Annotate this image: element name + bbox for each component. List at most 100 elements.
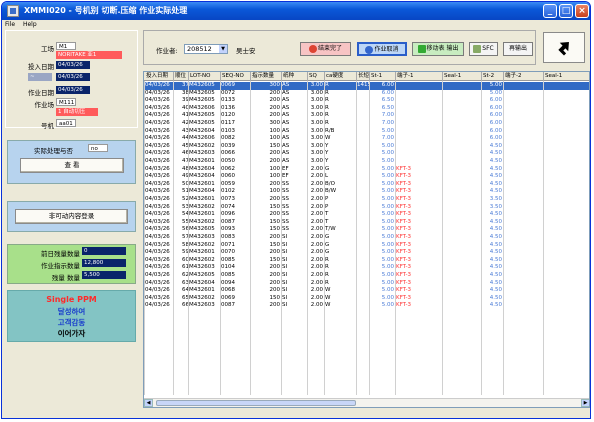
column-header[interactable]: Seal-1 xyxy=(544,72,589,81)
chevron-down-icon[interactable]: ▼ xyxy=(219,45,227,53)
scroll-right-icon[interactable]: ▶ xyxy=(581,399,589,407)
table-row[interactable]: 04/03/26 53 M432602 0074 150 SS 2.00 P 5.00 KFT-3… xyxy=(144,203,589,212)
table-cell xyxy=(504,257,544,265)
column-header[interactable]: 长短 xyxy=(357,72,370,81)
scroll-thumb[interactable] xyxy=(156,400,356,406)
table-row[interactable]: 04/03/26 45 M432602 0039 150 AS 3.00 Y 5.00 4.50 xyxy=(144,143,589,151)
table-cell: 4.50 xyxy=(489,218,502,225)
kouba-label: 工场 xyxy=(41,45,54,53)
finish-button[interactable]: 结束完了 xyxy=(300,42,351,56)
column-header[interactable]: 指示数量 xyxy=(251,72,282,81)
horizontal-scrollbar[interactable]: ◀ ▶ xyxy=(144,398,589,407)
column-header[interactable]: 顺位 xyxy=(174,72,189,81)
cancel-work-button[interactable]: 作业取消 xyxy=(357,42,407,56)
column-header[interactable]: Seal-1 xyxy=(443,72,482,81)
table-cell: 48 xyxy=(182,165,189,172)
scroll-left-icon[interactable]: ◀ xyxy=(144,399,153,407)
table-row[interactable]: 04/03/26 43 M432604 0103 100 AS 3.00 R/B 5.00 6.0… xyxy=(144,128,589,136)
table-row[interactable]: 04/03/26 44 M432606 0082 100 AS 3.00 W 7.00 6.00 xyxy=(144,135,589,143)
input-date2-field[interactable]: 04/03/26 xyxy=(56,73,90,81)
table-cell: 5.00 xyxy=(381,256,394,263)
work-date-field[interactable]: 04/03/26 xyxy=(56,86,90,94)
table-cell: 0120 xyxy=(221,112,235,119)
table-row[interactable]: 04/03/26 62 M432605 0085 200 SI 2.00 R 5.00 KFT-3… xyxy=(144,272,589,280)
column-header[interactable]: St-2 xyxy=(482,72,504,81)
promo-line1: Single PPM xyxy=(46,295,97,304)
table-row[interactable]: 04/03/26 51 M432604 0102 100 SS 2.00 B/W 5.00 KFT… xyxy=(144,188,589,196)
column-header[interactable]: SQ xyxy=(308,72,325,81)
table-row[interactable]: 04/03/26 39 M432605 0133 200 AS 3.00 R 6.50 6.00 xyxy=(144,97,589,105)
table-row[interactable]: 04/03/26 63 M432604 0094 200 SI 2.00 R 5.00 KFT-3… xyxy=(144,279,589,288)
table-row[interactable]: 04/03/26 64 M432601 0068 200 SI 2.00 W 5.00 KFT-3… xyxy=(144,287,589,295)
table-row[interactable]: 04/03/26 55 M432602 0087 150 SS 2.00 T 5.00 KFT-3… xyxy=(144,218,589,227)
actual-process-field[interactable]: no xyxy=(88,144,108,152)
table-cell: 61 xyxy=(182,264,189,271)
close-icon[interactable]: × xyxy=(575,4,589,18)
column-header[interactable]: ca硬度 xyxy=(325,72,357,81)
table-cell: 04/03/26 xyxy=(145,211,170,218)
minimize-icon[interactable]: _ xyxy=(543,4,557,18)
table-row[interactable]: 04/03/26 59 M432601 0070 200 SI 2.00 G 5.00 KFT-3… xyxy=(144,249,589,257)
work-place-field[interactable]: M111 xyxy=(56,98,76,106)
reprint-button[interactable]: 再输出 xyxy=(503,42,533,56)
table-row[interactable]: 04/03/26 38 M432605 0072 200 AS 3.00 R 6.00 5.00 xyxy=(144,89,589,98)
table-row[interactable]: 04/03/26 61 M432603 0104 200 SI 2.00 R 5.00 KFT-3… xyxy=(144,264,589,272)
column-header[interactable]: St-1 xyxy=(370,72,396,81)
column-header[interactable]: SEQ-NO xyxy=(221,72,251,81)
counts-panel: 前日残量数量 0 作业指示数量 12,800 残量 数量 5,500 xyxy=(7,244,136,284)
table-row[interactable]: 04/03/26 40 M432606 0136 200 AS 3.00 R 6.50 6.00 xyxy=(144,105,589,113)
move-output-button[interactable]: 移动表 输出 xyxy=(412,42,464,56)
table-row[interactable]: 04/03/26 41 M432605 0120 200 AS 3.00 R 7.00 6.00 xyxy=(144,112,589,120)
table-cell: 0087 xyxy=(221,302,235,309)
maximize-icon[interactable]: □ xyxy=(559,4,573,18)
table-cell: W xyxy=(325,302,331,309)
table-cell: 200 xyxy=(269,279,281,286)
column-header[interactable]: 端子-2 xyxy=(504,72,544,81)
table-cell: 0062 xyxy=(221,165,235,172)
table-cell: G xyxy=(325,249,330,256)
menu-help[interactable]: Help xyxy=(23,21,37,28)
table-row[interactable]: 04/03/26 48 M432604 0062 100 EF 2.00 G 5.00 KFT-3… xyxy=(144,165,589,174)
table-cell: M432605 xyxy=(189,97,215,104)
worker-select[interactable]: 208512 ▼ xyxy=(184,44,228,54)
table-row[interactable]: 04/03/26 56 M432605 0093 150 SS 2.00 T/W 5.00 KFT… xyxy=(144,226,589,234)
menu-file[interactable]: File xyxy=(5,21,15,28)
column-header[interactable]: LOT-NO xyxy=(189,72,221,81)
table-row[interactable]: 04/03/26 60 M432602 0085 150 SI 2.00 R 5.00 KFT-3… xyxy=(144,256,589,265)
kouba-field[interactable]: M1 xyxy=(56,42,76,50)
table-row[interactable]: 04/03/26 54 M432601 0096 200 SS 2.00 T 5.00 KFT-3… xyxy=(144,211,589,219)
back-button[interactable] xyxy=(543,32,585,63)
machine-field[interactable]: aa01 xyxy=(56,119,76,127)
table-cell: 4.50 xyxy=(489,302,502,309)
table-cell: 0072 xyxy=(221,89,235,96)
table-row[interactable]: 04/03/26 66 M432603 0087 200 SI 2.00 W 5.00 KFT-3… xyxy=(144,302,589,310)
table-row[interactable]: 04/03/26 65 M432602 0069 150 SI 2.00 W 5.00 KFT-3… xyxy=(144,295,589,303)
table-cell: 200 xyxy=(269,264,281,271)
table-cell: 04/03/26 xyxy=(145,234,170,240)
sfc-button[interactable]: SFC xyxy=(469,42,498,56)
table-row[interactable]: 04/03/26 37 M432605 0069 300 AS 3.00 R 1415 6.00 5… xyxy=(144,82,589,90)
move-icon xyxy=(417,44,426,53)
column-header[interactable]: 纸种 xyxy=(282,72,308,81)
table-cell: 04/03/26 xyxy=(145,203,170,210)
table-row[interactable]: 04/03/26 42 M432605 0117 300 AS 3.00 R 7.00 6.00 xyxy=(144,120,589,128)
column-header[interactable]: 投入日期 xyxy=(145,72,174,81)
table-row[interactable]: 04/03/26 50 M432601 0059 200 SS 2.00 B/O 5.00 KFT… xyxy=(144,181,589,189)
table-cell: 37 xyxy=(182,82,189,88)
table-row[interactable]: 04/03/26 57 M432603 0083 200 SI 2.00 G 5.00 KFT-3… xyxy=(144,234,589,242)
table-cell: 3.00 xyxy=(310,82,323,88)
table-row[interactable]: 04/03/26 52 M432601 0073 200 SS 2.00 P 5.00 KFT-3… xyxy=(144,196,589,204)
column-header[interactable]: 端子-1 xyxy=(396,72,443,81)
view-button[interactable]: 查 看 xyxy=(20,158,124,173)
modify-button[interactable]: 非可动内容登录 xyxy=(15,209,128,224)
table-cell: T xyxy=(325,211,329,218)
table-row[interactable]: 04/03/26 58 M432602 0071 150 SI 2.00 G 5.00 KFT-3… xyxy=(144,242,589,250)
table-cell xyxy=(443,112,482,120)
table-cell: 0096 xyxy=(221,211,235,218)
table-row[interactable]: 04/03/26 49 M432604 0060 100 EF 2.00 L 5.00 KFT-3… xyxy=(144,173,589,181)
table-row[interactable]: 04/03/26 47 M432601 0050 200 AS 3.00 Y 5.00 4.50 xyxy=(144,158,589,166)
table-row[interactable]: 04/03/26 46 M432603 0066 200 AS 3.00 Y 5.00 4.50 xyxy=(144,150,589,158)
input-date-field[interactable]: 04/03/26 xyxy=(56,61,90,69)
table-cell: 57 xyxy=(182,234,189,240)
work-grid[interactable]: 投入日期 顺位 LOT-NO SEQ-NO 指示数量 纸种 SQ ca硬度 长短 St-1 端子-1… xyxy=(143,71,590,408)
